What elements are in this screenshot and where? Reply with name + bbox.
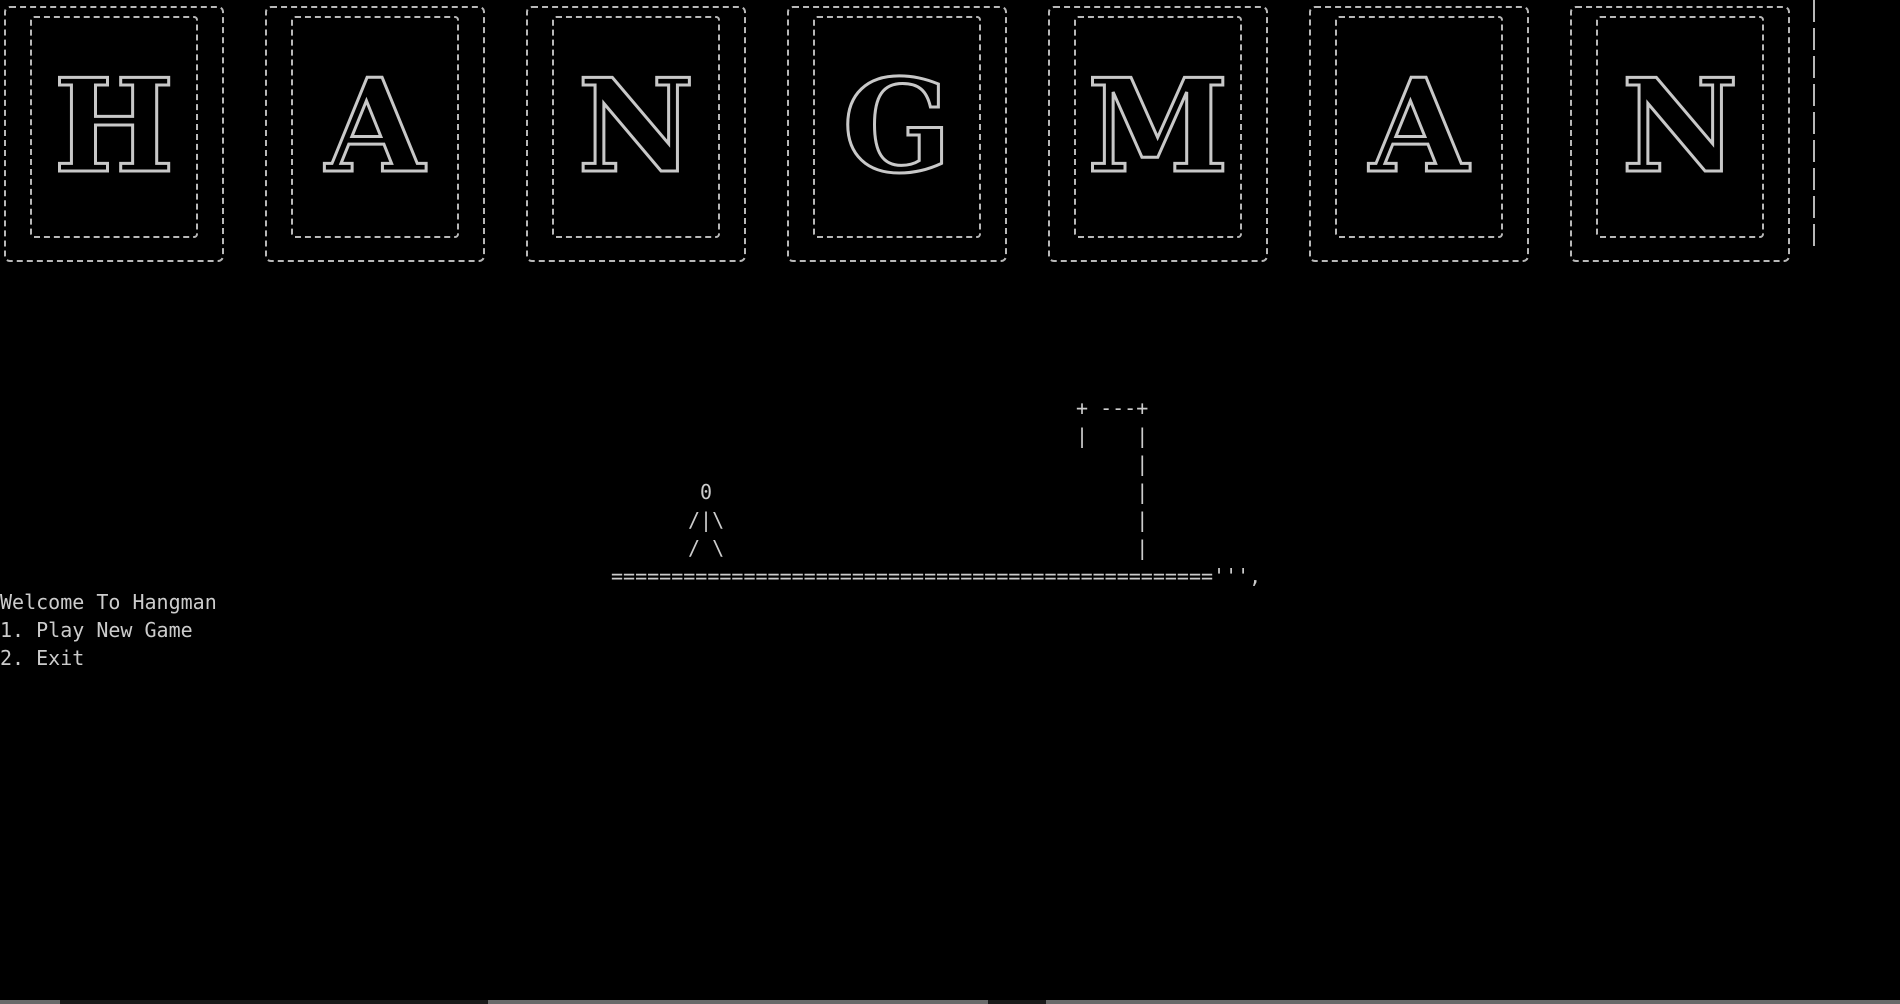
main-menu: Welcome To Hangman 1. Play New Game 2. E… [0,588,600,672]
letter-glyph: N [1620,52,1740,202]
stickman-ascii: 0 /|\ / \ [688,480,725,560]
banner-letter-n: N [522,0,750,272]
hangman-scene: + ---+ | | | | | | 0 /|\ / \ ===========… [0,380,1900,600]
bottom-edge-segment [0,1000,60,1004]
menu-option-exit: 2. Exit [0,646,85,670]
window-bottom-edge [0,1000,1900,1004]
letter-glyph: A [324,52,426,202]
letter-glyph: H [52,52,176,202]
bottom-edge-segment [488,1000,988,1004]
banner-letter-a: A [261,0,489,272]
letter-glyph: N [576,52,696,202]
letter-glyph: A [1368,52,1470,202]
banner-letter-h: H [0,0,228,272]
menu-option-play-new-game: 1. Play New Game [0,618,193,642]
banner-right-rail [1813,0,1815,252]
terminal-window: H A N G M A N + ---+ | | | | | | 0 /|\ /… [0,0,1900,1004]
banner-letter-n: N [1566,0,1794,272]
ground-line-ascii: ========================================… [611,564,1262,588]
letter-glyph: M [1086,52,1231,202]
welcome-text: Welcome To Hangman [0,590,217,614]
banner-letter-g: G [783,0,1011,272]
letter-glyph: G [841,52,953,202]
banner-letter-a: A [1305,0,1533,272]
bottom-edge-segment [1046,1000,1900,1004]
gallows-ascii: + ---+ | | | | | | [1076,396,1149,560]
banner-letter-m: M [1044,0,1272,272]
hangman-ascii-banner: H A N G M A N [0,0,1900,280]
